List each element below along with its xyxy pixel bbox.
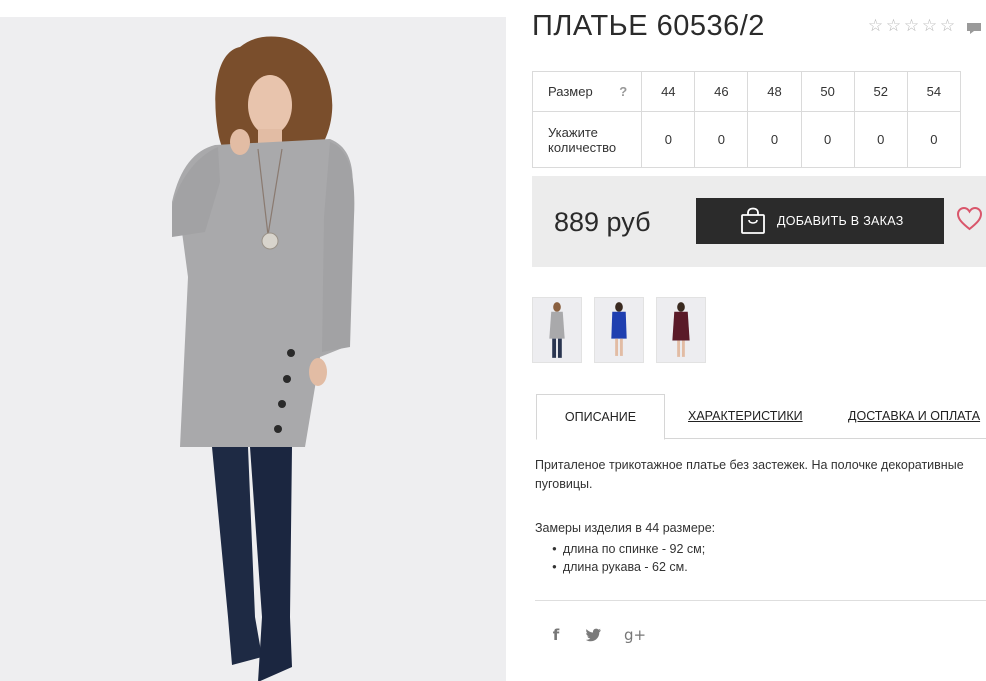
size-cell: 54 [906, 71, 962, 112]
size-cell: 44 [641, 71, 696, 112]
quantity-label: Укажите количество [531, 111, 643, 168]
measurements-list: длина по спинке - 92 см; длина рукава - … [552, 541, 986, 577]
list-item: длина рукава - 62 см. [552, 559, 986, 577]
tab-delivery-payment[interactable]: ДОСТАВКА И ОПЛАТА [848, 394, 980, 439]
star-icon[interactable]: ☆ [867, 18, 884, 35]
measurements-title: Замеры изделия в 44 размере: [535, 521, 716, 535]
star-icon[interactable]: ☆ [903, 18, 920, 35]
product-info-tabs: ОПИСАНИЕ ХАРАКТЕРИСТИКИ ДОСТАВКА И ОПЛАТ… [536, 394, 986, 440]
size-quantity-table: Размер ? 44 46 48 50 52 54 Укажите колич… [531, 71, 962, 168]
tab-description[interactable]: ОПИСАНИЕ [536, 394, 665, 440]
thumbnail-blue-dress[interactable] [594, 297, 644, 363]
twitter-icon[interactable] [586, 628, 602, 642]
thumbnail-strip [532, 297, 706, 363]
add-to-order-button[interactable]: ДОБАВИТЬ В ЗАКАЗ [696, 198, 944, 244]
list-item: длина по спинке - 92 см; [552, 541, 986, 559]
quantity-input[interactable]: 0 [800, 111, 855, 168]
quantity-input[interactable]: 0 [747, 111, 802, 168]
quantity-row: Укажите количество 0 0 0 0 0 0 [531, 111, 962, 168]
rating-stars[interactable]: ☆ ☆ ☆ ☆ ☆ [867, 18, 956, 35]
quantity-input[interactable]: 0 [906, 111, 962, 168]
comment-icon[interactable] [966, 22, 982, 35]
googleplus-icon[interactable]: g+ [624, 626, 646, 644]
quantity-input[interactable]: 0 [641, 111, 696, 168]
size-cell: 52 [853, 71, 908, 112]
add-to-order-label: ДОБАВИТЬ В ЗАКАЗ [777, 214, 904, 228]
description-text: Приталеное трикотажное платье без застеж… [535, 458, 964, 491]
size-row: Размер ? 44 46 48 50 52 54 [531, 71, 962, 112]
size-cell: 46 [694, 71, 749, 112]
star-icon[interactable]: ☆ [939, 18, 956, 35]
product-main-image[interactable] [0, 17, 506, 681]
quantity-input[interactable]: 0 [694, 111, 749, 168]
description-panel: Приталеное трикотажное платье без застеж… [535, 456, 986, 577]
thumbnail-grey-dress[interactable] [532, 297, 582, 363]
size-help-icon[interactable]: ? [619, 84, 627, 99]
wishlist-heart-icon[interactable] [956, 206, 983, 231]
star-icon[interactable]: ☆ [921, 18, 938, 35]
size-label-cell: Размер ? [531, 71, 643, 112]
price-box: 889 руб ДОБАВИТЬ В ЗАКАЗ [532, 176, 986, 267]
tab-characteristics[interactable]: ХАРАКТЕРИСТИКИ [688, 394, 803, 439]
size-label: Размер [548, 84, 593, 99]
facebook-icon[interactable]: f [548, 626, 564, 644]
size-cell: 48 [747, 71, 802, 112]
size-cell: 50 [800, 71, 855, 112]
price: 889 руб [554, 207, 651, 237]
shopping-bag-icon [741, 207, 765, 234]
divider [535, 600, 986, 601]
star-icon[interactable]: ☆ [885, 18, 902, 35]
product-title: ПЛАТЬЕ 60536/2 [532, 10, 765, 42]
social-share: f g+ [548, 626, 646, 644]
thumbnail-burgundy-dress[interactable] [656, 297, 706, 363]
quantity-input[interactable]: 0 [853, 111, 908, 168]
